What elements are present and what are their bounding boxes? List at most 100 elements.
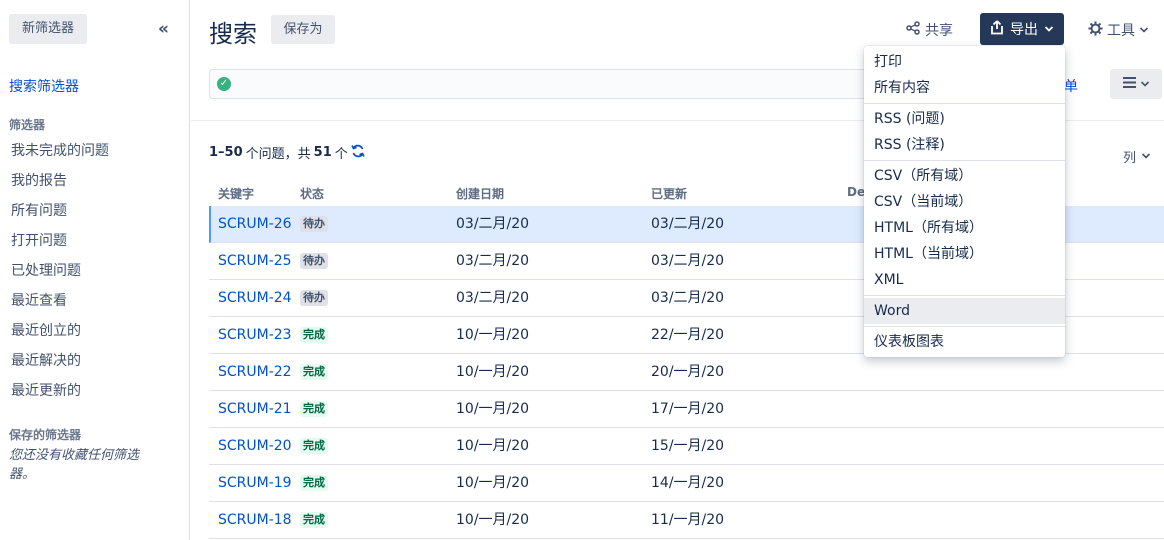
status-badge: 完成 [300, 512, 328, 528]
created-date: 03/二月/20 [456, 290, 530, 306]
issue-key-link[interactable]: SCRUM-19 [218, 465, 292, 501]
menu-item-full-content[interactable]: 所有内容 [864, 75, 1065, 101]
created-date: 10/一月/20 [456, 438, 530, 454]
filter-item-viewed-recently[interactable]: 最近查看 [11, 290, 67, 310]
created-date: 03/二月/20 [456, 253, 530, 269]
issue-key-link[interactable]: SCRUM-24 [218, 280, 292, 316]
new-filter-button[interactable]: 新筛选器 [9, 14, 87, 44]
filter-item-open-issues[interactable]: 打开问题 [11, 230, 67, 250]
status-badge: 完成 [300, 401, 328, 417]
issue-key-link[interactable]: SCRUM-22 [218, 354, 292, 390]
export-icon [990, 19, 1004, 39]
gear-icon [1088, 20, 1103, 40]
export-label: 导出 [1010, 22, 1038, 38]
menu-separator [864, 295, 1065, 296]
page-title: 搜索 [209, 20, 257, 48]
created-date: 10/一月/20 [456, 327, 530, 343]
column-header-status[interactable]: 状态 [300, 185, 324, 202]
filter-item-my-open-issues[interactable]: 我未完成的问题 [11, 140, 109, 160]
status-badge: 完成 [300, 438, 328, 454]
columns-label: 列 [1123, 151, 1137, 166]
filter-item-created-recently[interactable]: 最近创立的 [11, 320, 81, 340]
filter-item-reported-by-me[interactable]: 我的报告 [11, 170, 67, 190]
status-badge: 待办 [300, 253, 328, 269]
result-total: 51 [313, 145, 332, 160]
filters-heading: 筛选器 [9, 118, 46, 132]
updated-date: 17/一月/20 [651, 401, 725, 417]
status-badge: 待办 [300, 216, 328, 232]
menu-item-html-current-fields[interactable]: HTML（当前域） [864, 241, 1065, 267]
issue-key-link[interactable]: SCRUM-25 [218, 243, 292, 279]
share-button[interactable]: 共享 [906, 19, 953, 41]
menu-item-print[interactable]: 打印 [864, 49, 1065, 75]
updated-date: 11/一月/20 [651, 512, 725, 528]
list-view-link[interactable]: 单 [1064, 76, 1078, 96]
updated-date: 03/二月/20 [651, 253, 725, 269]
export-button[interactable]: 导出 [980, 13, 1064, 45]
chevron-down-icon [1139, 22, 1149, 38]
issue-key-link[interactable]: SCRUM-26 [218, 206, 292, 242]
save-as-button[interactable]: 保存为 [271, 15, 335, 44]
menu-separator [864, 326, 1065, 327]
columns-button[interactable]: 列 [1123, 147, 1151, 166]
menu-item-csv-current-fields[interactable]: CSV（当前域） [864, 189, 1065, 215]
export-dropdown-menu: 打印 所有内容 RSS (问题) RSS (注释) CSV（所有域） CSV（当… [864, 46, 1065, 357]
created-date: 03/二月/20 [456, 216, 530, 232]
result-range: 1–50 [209, 145, 243, 160]
table-row[interactable]: SCRUM-18 完成 10/一月/20 11/一月/20 [209, 502, 1164, 539]
share-icon [906, 21, 920, 39]
chevron-down-icon [1140, 76, 1150, 92]
updated-date: 22/一月/20 [651, 327, 725, 343]
issue-key-link[interactable]: SCRUM-23 [218, 317, 292, 353]
result-count: 1–50 个问题，共 51 个 [209, 143, 365, 162]
table-row[interactable]: SCRUM-20 完成 10/一月/20 15/一月/20 [209, 428, 1164, 465]
search-query-input[interactable]: ✓ [209, 69, 869, 99]
filter-item-updated-recently[interactable]: 最近更新的 [11, 380, 81, 400]
status-badge: 完成 [300, 327, 328, 343]
issue-key-link[interactable]: SCRUM-18 [218, 502, 292, 538]
table-row[interactable]: SCRUM-19 完成 10/一月/20 14/一月/20 [209, 465, 1164, 502]
view-options-button[interactable] [1110, 69, 1162, 99]
saved-filters-empty-message: 您还没有收藏任何筛选器。 [9, 448, 140, 482]
menu-item-rss-issues[interactable]: RSS (问题) [864, 106, 1065, 132]
status-badge: 完成 [300, 475, 328, 491]
column-header-updated[interactable]: 已更新 [651, 185, 687, 202]
status-badge: 完成 [300, 364, 328, 380]
updated-date: 15/一月/20 [651, 438, 725, 454]
menu-item-dashboard-charts[interactable]: 仪表板图表 [864, 329, 1065, 355]
updated-date: 03/二月/20 [651, 290, 725, 306]
table-row[interactable]: SCRUM-22 完成 10/一月/20 20/一月/20 [209, 354, 1164, 391]
menu-icon [1122, 76, 1136, 92]
menu-item-csv-all-fields[interactable]: CSV（所有域） [864, 163, 1065, 189]
updated-date: 14/一月/20 [651, 475, 725, 491]
updated-date: 03/二月/20 [651, 216, 725, 232]
search-filters-link[interactable]: 搜索筛选器 [9, 76, 79, 96]
updated-date: 20/一月/20 [651, 364, 725, 380]
column-header-key[interactable]: 关键字 [218, 185, 254, 202]
filter-item-done-issues[interactable]: 已处理问题 [11, 260, 81, 280]
status-badge: 待办 [300, 290, 328, 306]
menu-separator [864, 160, 1065, 161]
filter-item-resolved-recently[interactable]: 最近解决的 [11, 350, 81, 370]
refresh-icon[interactable] [351, 144, 365, 162]
chevron-down-icon [1044, 21, 1054, 37]
chevron-down-icon [1141, 149, 1151, 164]
collapse-sidebar-icon[interactable]: « [158, 20, 174, 38]
created-date: 10/一月/20 [456, 364, 530, 380]
menu-item-html-all-fields[interactable]: HTML（所有域） [864, 215, 1065, 241]
created-date: 10/一月/20 [456, 475, 530, 491]
result-suffix: 个 [334, 147, 348, 162]
sidebar: 新筛选器 « 搜索筛选器 筛选器 我未完成的问题 我的报告 所有问题 打开问题 … [0, 0, 190, 540]
menu-separator [864, 103, 1065, 104]
issue-key-link[interactable]: SCRUM-20 [218, 428, 292, 464]
menu-item-word[interactable]: Word [864, 298, 1065, 324]
column-header-created[interactable]: 创建日期 [456, 185, 504, 202]
tools-button[interactable]: 工具 [1088, 19, 1149, 41]
issue-key-link[interactable]: SCRUM-21 [218, 391, 292, 427]
table-row[interactable]: SCRUM-21 完成 10/一月/20 17/一月/20 [209, 391, 1164, 428]
menu-item-rss-comments[interactable]: RSS (注释) [864, 132, 1065, 158]
menu-item-xml[interactable]: XML [864, 267, 1065, 293]
share-label: 共享 [925, 23, 953, 39]
filter-item-all-issues[interactable]: 所有问题 [11, 200, 67, 220]
result-mid-text: 个问题，共 [245, 147, 311, 162]
